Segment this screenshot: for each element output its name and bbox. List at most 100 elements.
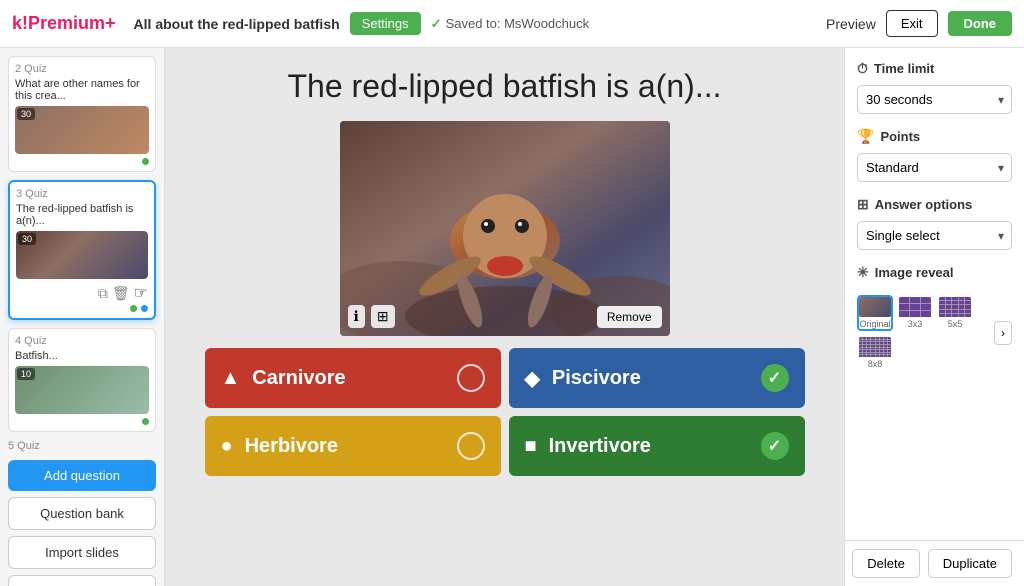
image-overlay-buttons: ℹ ⊞ [348,305,395,328]
import-slides-button[interactable]: Import slides [8,536,156,569]
question-bank-button[interactable]: Question bank [8,497,156,530]
time-limit-icon: ⏱ [857,60,868,77]
sidebar-item-quiz-3[interactable]: 3 Quiz The red-lipped batfish is a(n)...… [8,180,156,320]
answer-herbivore[interactable]: ● Herbivore [205,416,501,476]
reveal-3x3-grid [899,297,931,317]
preview-button[interactable]: Preview [826,16,876,32]
quiz-3-thumb: 30 [16,231,148,279]
answer-options-label: Answer options [875,197,973,212]
carnivore-shape-icon: ▲ [221,367,241,390]
reveal-next-button[interactable]: › [994,321,1012,345]
sidebar-item-quiz-4[interactable]: 4 Quiz Batfish... 10 [8,328,156,432]
right-panel: ⏱ Time limit 30 seconds 60 seconds 90 se… [844,48,1024,586]
content-area: The red-lipped batfish is a(n)... [165,48,844,586]
answer-options-icon: ⊞ [857,196,869,213]
delete-button[interactable]: Delete [852,549,920,578]
herbivore-shape-icon: ● [221,435,233,458]
fish-image-container: ℹ ⊞ Remove [340,121,670,336]
time-limit-section: ⏱ Time limit 30 seconds 60 seconds 90 se… [857,60,1012,114]
quiz-3-delete-icon[interactable]: 🗑 [112,283,130,303]
quiz-4-label: 4 Quiz [15,335,149,347]
quiz-4-title: Batfish... [15,350,149,362]
reveal-original-label: Original [859,319,890,329]
image-reveal-section: ✳ Image reveal Original [857,264,1012,371]
reveal-5x5-grid [939,297,971,317]
time-limit-select[interactable]: 30 seconds 60 seconds 90 seconds [857,85,1012,114]
done-button[interactable]: Done [948,11,1013,36]
breadcrumb-title: All about the red-lipped batfish [134,16,340,32]
saved-status: ✓ Saved to: MsWoodchuck [431,16,589,32]
quiz-4-thumb: 10 [15,366,149,414]
points-title: 🏆 Points [857,128,1012,145]
info-button[interactable]: ℹ [348,305,365,328]
reveal-8x8-grid [859,337,891,357]
image-reveal-options: Original 3x3 [857,295,990,371]
main-layout: 2 Quiz What are other names for this cre… [0,48,1024,586]
quiz-3-cursor-icon: ☞ [134,283,148,303]
quiz-3-actions: ⧉ 🗑 ☞ [16,283,148,303]
reveal-option-original[interactable]: Original [857,295,893,331]
reveal-option-5x5[interactable]: 5x5 [937,295,973,331]
reveal-3x3-label: 3x3 [908,319,923,329]
reveal-option-3x3[interactable]: 3x3 [897,295,933,331]
saved-check-icon: ✓ [431,16,442,32]
reveal-original-thumb [859,297,891,317]
quiz-3-dot-green [130,305,137,312]
quiz-4-image [15,366,149,414]
image-reveal-title: ✳ Image reveal [857,264,1012,281]
sidebar-buttons: Add question Question bank Import slides… [8,460,156,586]
answer-invertivore[interactable]: ■ Invertivore [509,416,805,476]
quiz-2-title: What are other names for this crea... [15,78,149,102]
carnivore-label: Carnivore [252,367,345,390]
quiz-4-dot [142,418,149,425]
reveal-8x8-label: 8x8 [868,359,883,369]
header: k!Premium+ All about the red-lipped batf… [0,0,1024,48]
image-reveal-label: Image reveal [875,265,954,280]
quiz-2-image [15,106,149,154]
duplicate-button[interactable]: Duplicate [928,549,1012,578]
quiz-2-thumb: 30 [15,106,149,154]
points-select[interactable]: Standard Double None [857,153,1012,182]
settings-button[interactable]: Settings [350,12,421,35]
reveal-option-8x8[interactable]: 8x8 [857,335,893,371]
sidebar-item-quiz-2[interactable]: 2 Quiz What are other names for this cre… [8,56,156,172]
header-right: Preview Exit Done [826,10,1012,37]
answer-carnivore[interactable]: ▲ Carnivore [205,348,501,408]
sidebar: 2 Quiz What are other names for this cre… [0,48,165,586]
reveal-5x5-label: 5x5 [948,319,963,329]
quiz-2-label: 2 Quiz [15,63,149,75]
answer-options-select-wrapper: Single select Multi select [857,221,1012,250]
right-panel-bottom: Delete Duplicate [845,540,1024,586]
quiz-2-footer [15,154,149,165]
quiz-3-dot-blue [141,305,148,312]
answer-piscivore[interactable]: ◆ Piscivore [509,348,805,408]
herbivore-check-circle [457,432,485,460]
points-icon: 🏆 [857,128,874,145]
quiz-3-label: 3 Quiz [16,188,148,200]
piscivore-label: Piscivore [552,367,641,390]
quiz-3-duplicate-icon[interactable]: ⧉ [98,283,108,303]
points-select-wrapper: Standard Double None [857,153,1012,182]
invertivore-shape-icon: ■ [525,435,537,458]
answer-options-title: ⊞ Answer options [857,196,1012,213]
quiz-3-timer: 30 [18,233,36,245]
invertivore-label: Invertivore [549,435,651,458]
answer-options-select[interactable]: Single select Multi select [857,221,1012,250]
fish-svg [340,121,670,336]
remove-image-button[interactable]: Remove [597,306,662,328]
image-reveal-icon: ✳ [857,264,869,281]
points-label: Points [880,129,920,144]
add-question-button[interactable]: Add question [8,460,156,491]
logo: k!Premium+ [12,13,116,34]
import-spreadsheet-button[interactable]: Import spreadsheet [8,575,156,586]
invertivore-check-circle [761,432,789,460]
quiz-3-title: The red-lipped batfish is a(n)... [16,203,148,227]
herbivore-label: Herbivore [245,435,338,458]
piscivore-check-circle [761,364,789,392]
quiz-2-timer: 30 [17,108,35,120]
right-panel-inner: ⏱ Time limit 30 seconds 60 seconds 90 se… [845,48,1024,540]
question-text: The red-lipped batfish is a(n)... [288,68,722,105]
quiz-4-footer [15,414,149,425]
crop-button[interactable]: ⊞ [371,305,395,328]
exit-button[interactable]: Exit [886,10,938,37]
